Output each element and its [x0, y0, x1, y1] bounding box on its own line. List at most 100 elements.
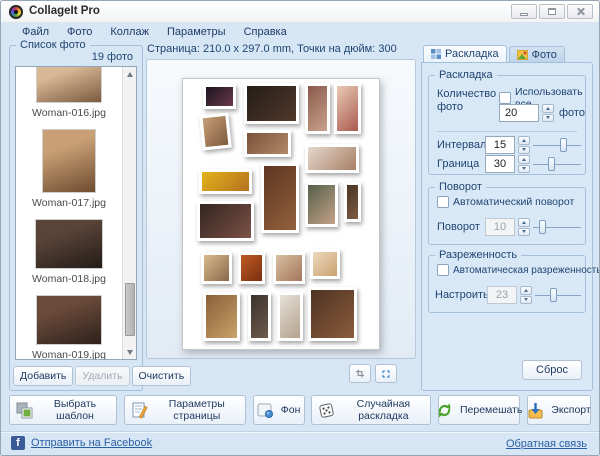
list-item[interactable]: Woman-016.jpg — [16, 67, 122, 127]
slider-thumb[interactable] — [539, 220, 546, 234]
tab-photo[interactable]: Фото — [509, 46, 565, 63]
slider-thumb[interactable] — [550, 288, 557, 302]
spin-down-button[interactable] — [518, 146, 530, 155]
collage-photo[interactable] — [261, 163, 298, 233]
collage-photo[interactable] — [308, 287, 357, 341]
fit-page-button[interactable] — [375, 364, 397, 383]
spin-up-button[interactable] — [542, 104, 554, 113]
collage-photo[interactable] — [199, 113, 232, 151]
list-item[interactable]: Woman-019.jpg — [16, 293, 122, 359]
menu-collage[interactable]: Коллаж — [103, 25, 156, 39]
spin-down-button[interactable] — [520, 296, 532, 305]
menu-help[interactable]: Справка — [237, 25, 294, 39]
clear-photos-button[interactable]: Очистить — [132, 366, 192, 386]
border-spinner: 30 — [485, 155, 530, 173]
collage-photo[interactable] — [197, 201, 254, 242]
photo-listbox: Woman-016.jpg Woman-017.jpg Woman-018.jp… — [15, 66, 137, 360]
slider-track[interactable] — [535, 295, 581, 296]
spin-up-button[interactable] — [520, 286, 532, 295]
page-settings-button[interactable]: Параметры страницы — [124, 395, 246, 425]
collage-photo[interactable] — [203, 292, 240, 341]
list-item[interactable]: Woman-018.jpg — [16, 217, 122, 293]
menu-file[interactable]: Файл — [15, 25, 56, 39]
photo-list-group-label: Список фото — [16, 39, 90, 51]
shuffle-label: Перемешать — [460, 404, 522, 416]
app-window: CollageIt Pro Файл Фото Коллаж Параметры… — [0, 0, 600, 456]
shuffle-button[interactable]: Перемешать — [438, 395, 520, 425]
list-item[interactable]: Woman-017.jpg — [16, 127, 122, 217]
collage-photo[interactable] — [344, 182, 362, 223]
feedback-link[interactable]: Обратная связь — [506, 438, 587, 450]
add-photo-button[interactable]: Добавить — [13, 366, 73, 386]
collage-photo[interactable] — [201, 252, 232, 284]
crop-button[interactable] — [349, 364, 371, 383]
collage-photo[interactable] — [244, 83, 299, 124]
reset-button[interactable]: Сброс — [522, 360, 582, 380]
photo-list-content: Woman-016.jpg Woman-017.jpg Woman-018.jp… — [16, 67, 122, 359]
collage-photo[interactable] — [244, 130, 291, 157]
tab-layout[interactable]: Раскладка — [423, 45, 507, 63]
layout-group: Раскладка Количество фото Использовать в… — [428, 75, 586, 175]
photo-count-value[interactable]: 20 — [499, 104, 539, 122]
remove-photo-button: Удалить — [75, 366, 129, 386]
menu-bar: Файл Фото Коллаж Параметры Справка — [1, 23, 599, 41]
collage-photo[interactable] — [277, 292, 302, 341]
collage-photo[interactable] — [305, 182, 338, 228]
photo-icon — [517, 50, 528, 60]
auto-rotation-checkbox[interactable] — [437, 196, 449, 208]
close-button[interactable] — [567, 4, 593, 19]
slider-track[interactable] — [533, 145, 581, 146]
maximize-button[interactable] — [539, 4, 565, 19]
slider-track[interactable] — [533, 164, 581, 165]
facebook-link[interactable]: Отправить на Facebook — [31, 437, 152, 449]
random-layout-button[interactable]: Случайная раскладка — [311, 395, 431, 425]
slider-thumb[interactable] — [548, 157, 555, 171]
menu-options[interactable]: Параметры — [160, 25, 233, 39]
spin-up-button[interactable] — [518, 136, 530, 145]
minimize-button[interactable] — [511, 4, 537, 19]
close-icon — [576, 7, 585, 16]
arrow-up-icon — [522, 158, 526, 161]
interval-label: Интервал — [437, 139, 486, 151]
interval-slider[interactable] — [533, 137, 581, 153]
adjust-slider[interactable] — [535, 287, 581, 303]
collage-photo[interactable] — [238, 252, 265, 284]
choose-template-button[interactable]: Выбрать шаблон — [9, 395, 117, 425]
border-slider[interactable] — [533, 156, 581, 172]
collage-photo[interactable] — [273, 252, 304, 284]
spin-down-button[interactable] — [518, 165, 530, 174]
spin-up-button[interactable] — [518, 155, 530, 164]
choose-template-label: Выбрать шаблон — [40, 398, 110, 422]
menu-photo[interactable]: Фото — [60, 25, 99, 39]
collage-photo[interactable] — [334, 83, 361, 134]
auto-rotation-label: Автоматический поворот — [453, 196, 574, 208]
collage-photo[interactable] — [199, 169, 252, 193]
rotate-slider[interactable] — [533, 219, 581, 235]
collage-photo[interactable] — [248, 292, 272, 341]
auto-sparseness-checkbox[interactable] — [437, 264, 449, 276]
background-button[interactable]: Фон — [253, 395, 305, 425]
collage-photo[interactable] — [305, 144, 360, 174]
scrollbar-thumb[interactable] — [125, 283, 135, 336]
photo-filename: Woman-018.jpg — [32, 273, 106, 285]
photo-thumbnail — [36, 220, 102, 268]
collage-photo[interactable] — [305, 83, 330, 134]
list-scrollbar[interactable] — [122, 67, 136, 359]
interval-value[interactable]: 15 — [485, 136, 515, 154]
collage-photo[interactable] — [310, 249, 339, 279]
spin-down-button[interactable] — [542, 114, 554, 123]
rotate-value: 10 — [485, 218, 515, 236]
spin-down-button[interactable] — [518, 228, 530, 237]
scroll-down-button[interactable] — [123, 345, 137, 359]
photo-thumbnail — [43, 130, 95, 192]
random-layout-label: Случайная раскладка — [342, 398, 424, 422]
use-all-checkbox[interactable] — [499, 92, 511, 104]
rotate-spinner: 10 — [485, 218, 530, 236]
export-button[interactable]: Экспорт — [527, 395, 591, 425]
spin-up-button[interactable] — [518, 218, 530, 227]
scroll-up-button[interactable] — [123, 67, 137, 81]
border-value[interactable]: 30 — [485, 155, 515, 173]
facebook-link-wrap[interactable]: f Отправить на Facebook — [11, 436, 152, 450]
slider-thumb[interactable] — [560, 138, 567, 152]
collage-photo[interactable] — [203, 84, 236, 108]
